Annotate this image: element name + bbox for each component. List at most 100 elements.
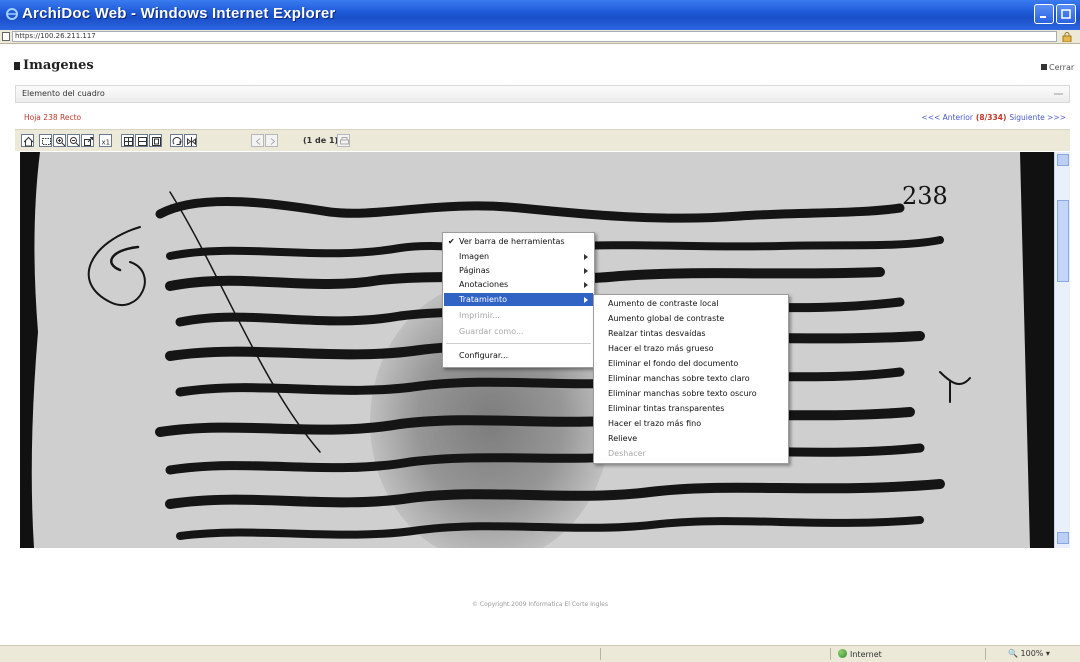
page-indicator: (1 de 1): [303, 136, 339, 145]
submenu-item-local-contrast[interactable]: Aumento de contraste local: [595, 297, 787, 310]
zoom-in-icon: [56, 137, 66, 147]
zoom-in-button[interactable]: [53, 134, 66, 147]
print-button[interactable]: [337, 134, 350, 147]
menu-item-label: Guardar como...: [459, 327, 524, 336]
previous-page-button[interactable]: [251, 134, 264, 147]
submenu-item-enhance-faded-ink[interactable]: Realzar tintas desvaídas: [595, 327, 787, 340]
page-title: Imagenes: [23, 58, 94, 73]
submenu-item-relief[interactable]: Relieve: [595, 432, 787, 445]
security-zone[interactable]: Internet: [838, 649, 882, 659]
page-count: (8/334): [975, 113, 1007, 122]
mirror-button[interactable]: [184, 134, 197, 147]
zoom-level[interactable]: 🔍 100% ▾: [1008, 649, 1050, 658]
previous-link[interactable]: <<< Anterior: [921, 113, 973, 122]
select-area-button[interactable]: [39, 134, 52, 147]
page-navigation: Hoja 238 Recto <<< Anterior (8/334) Siguie…: [24, 113, 1070, 125]
arrow-right-icon: [270, 138, 276, 145]
window-title: ArchiDoc Web - Windows Internet Explorer: [22, 5, 336, 22]
menu-item-label: Imprimir...: [459, 311, 500, 320]
maximize-icon: [1061, 9, 1071, 19]
submenu-arrow-icon: [584, 282, 588, 288]
address-bar: https://100.26.211.117: [0, 30, 1080, 44]
fit-height-button[interactable]: [135, 134, 148, 147]
scroll-down-arrow-icon[interactable]: [1057, 532, 1069, 544]
scroll-up-arrow-icon[interactable]: [1057, 154, 1069, 166]
status-divider: [985, 648, 986, 660]
vertical-scrollbar[interactable]: [1054, 152, 1070, 548]
bullet-icon: [14, 62, 20, 70]
menu-item-toolbar[interactable]: ✔ Ver barra de herramientas: [444, 235, 593, 248]
folio-label: Hoja 238 Recto: [24, 113, 82, 122]
menu-item-print[interactable]: Imprimir...: [444, 309, 593, 322]
page-icon: [2, 32, 10, 41]
print-icon: [340, 137, 349, 145]
maximize-button[interactable]: [1056, 4, 1076, 24]
status-divider: [600, 648, 601, 660]
submenu-item-remove-background[interactable]: Eliminar el fondo del documento: [595, 357, 787, 370]
section-header[interactable]: Elemento del cuadro: [15, 85, 1070, 103]
rotate-icon: [172, 136, 182, 145]
zoom-out-icon: [70, 137, 80, 147]
url-field[interactable]: https://100.26.211.117: [12, 31, 1057, 42]
treatment-submenu: Aumento de contraste local Aumento globa…: [593, 294, 789, 464]
fit-window-icon: [84, 137, 93, 146]
page-view-icon: [152, 137, 161, 146]
menu-item-annotations[interactable]: Anotaciones: [444, 278, 593, 291]
menu-item-pages[interactable]: Páginas: [444, 264, 593, 277]
grid-view-icon: [124, 137, 133, 146]
submenu-arrow-icon: [584, 254, 588, 260]
folio-number: 238: [902, 182, 948, 210]
context-menu: ✔ Ver barra de herramientas Imagen Página…: [442, 232, 595, 368]
submenu-arrow-icon: [584, 297, 588, 303]
page-header: Imagenes: [14, 58, 94, 76]
submenu-item-remove-transparent-ink[interactable]: Eliminar tintas transparentes: [595, 402, 787, 415]
fit-button[interactable]: [81, 134, 94, 147]
home-button[interactable]: [21, 134, 34, 147]
submenu-item-undo[interactable]: Deshacer: [595, 447, 787, 460]
submenu-item-global-contrast[interactable]: Aumento global de contraste: [595, 312, 787, 325]
title-bar: ArchiDoc Web - Windows Internet Explorer: [0, 0, 1080, 30]
actual-size-icon: x1: [102, 139, 111, 147]
zone-label: Internet: [850, 650, 882, 659]
lock-icon[interactable]: [1061, 32, 1073, 42]
menu-item-label: Imagen: [459, 252, 490, 261]
close-label: Cerrar: [1049, 63, 1075, 72]
submenu-item-thin-stroke[interactable]: Hacer el trazo más fino: [595, 417, 787, 430]
minimize-icon: [1040, 16, 1046, 18]
status-bar: Internet 🔍 100% ▾: [0, 645, 1080, 662]
next-page-button[interactable]: [265, 134, 278, 147]
menu-item-label: Tratamiento: [459, 295, 507, 304]
menu-item-configure[interactable]: Configurar...: [444, 349, 593, 362]
menu-item-label: Anotaciones: [459, 280, 509, 289]
close-square-icon: [1041, 64, 1047, 70]
menu-item-label: Ver barra de herramientas: [459, 237, 565, 246]
submenu-item-remove-stains-dark[interactable]: Eliminar manchas sobre texto oscuro: [595, 387, 787, 400]
menu-item-treatment[interactable]: Tratamiento: [444, 293, 593, 306]
menu-item-image[interactable]: Imagen: [444, 250, 593, 263]
url-text: https://100.26.211.117: [15, 32, 96, 40]
scroll-thumb[interactable]: [1057, 200, 1069, 282]
submenu-arrow-icon: [584, 268, 588, 274]
zoom-out-button[interactable]: [67, 134, 80, 147]
menu-item-label: Configurar...: [459, 351, 509, 360]
rotate-button[interactable]: [170, 134, 183, 147]
collapse-icon[interactable]: [1054, 93, 1063, 95]
menu-item-save-as[interactable]: Guardar como...: [444, 325, 593, 338]
close-button[interactable]: Cerrar: [1041, 63, 1074, 72]
home-icon: [23, 136, 34, 147]
fit-width-button[interactable]: [121, 134, 134, 147]
fit-page-button[interactable]: [149, 134, 162, 147]
actual-size-button[interactable]: x1: [99, 134, 112, 147]
check-icon: ✔: [448, 237, 455, 246]
arrow-left-icon: [255, 138, 261, 145]
submenu-item-remove-stains-light[interactable]: Eliminar manchas sobre texto claro: [595, 372, 787, 385]
svg-text:x1: x1: [102, 139, 111, 147]
submenu-item-thicken-stroke[interactable]: Hacer el trazo más grueso: [595, 342, 787, 355]
minimize-button[interactable]: [1034, 4, 1054, 24]
zoom-label: 100%: [1020, 649, 1044, 658]
section-label: Elemento del cuadro: [22, 89, 105, 98]
internet-explorer-icon: [6, 8, 18, 20]
globe-icon: [838, 649, 847, 658]
next-link[interactable]: Siguiente >>>: [1009, 113, 1066, 122]
columns-view-icon: [138, 137, 147, 146]
